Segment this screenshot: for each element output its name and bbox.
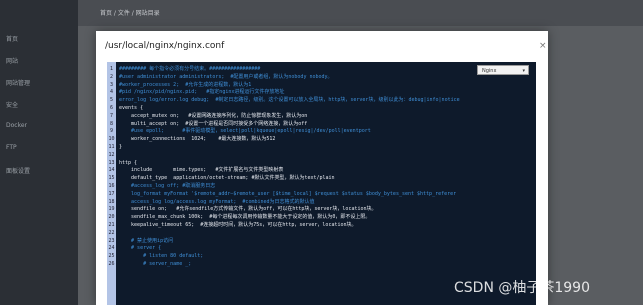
line-number: 19	[108, 206, 115, 213]
line-number: 25	[108, 253, 115, 260]
line-number: 15	[108, 175, 115, 182]
language-mode-select[interactable]: Nginx ▾	[477, 65, 529, 75]
line-number: 18	[108, 198, 115, 205]
background-sidebar	[0, 0, 78, 305]
code-line: # listen 80 default;	[119, 253, 204, 260]
sidebar-item[interactable]: 首页	[6, 34, 18, 43]
line-number: 7	[109, 112, 113, 119]
close-icon[interactable]: ×	[539, 42, 547, 51]
line-number: 23	[108, 237, 115, 244]
code-line: events {	[119, 105, 144, 111]
dialog-title: /usr/local/nginx/nginx.conf	[105, 41, 225, 51]
code-line: sendfile_max_chunk 100k; #每个进程每次调用传输数量不能…	[119, 214, 371, 221]
sidebar-item[interactable]: 面板设置	[6, 166, 30, 175]
code-line: error_log log/error.log debug; #制定日志路径，级…	[119, 97, 460, 104]
line-number: 11	[108, 144, 115, 150]
line-number: 20	[108, 214, 115, 221]
line-number: 21	[108, 222, 115, 228]
sidebar-item[interactable]: Docker	[6, 122, 27, 129]
line-number: 17	[108, 190, 115, 197]
background-header	[78, 0, 643, 26]
line-number: 22	[108, 229, 115, 236]
line-number: 12	[108, 151, 115, 158]
code-line: #user administrator administrators; #配置用…	[119, 73, 333, 80]
code-line: }	[119, 144, 123, 150]
code-line: ######### 每个指令必须有分号结束。#################	[119, 66, 261, 72]
code-line: # server_name _;	[119, 261, 192, 267]
code-line: # server {	[119, 245, 162, 252]
line-number: 3	[109, 81, 113, 88]
code-line: #access_log off; #取消服务日志	[119, 183, 216, 189]
chevron-down-icon: ▾	[522, 68, 525, 74]
sidebar-item[interactable]: 网站管理	[6, 78, 30, 87]
sidebar-item[interactable]: 安全	[6, 100, 18, 109]
code-line: worker_connections 1024; #最大连接数，默认为512	[119, 136, 276, 143]
language-mode-label: Nginx	[482, 68, 497, 74]
code-line: accept_mutex on; #设置网路连接序列化，防止惊群现象发生，默认为…	[119, 112, 308, 119]
code-line: keepalive_timeout 65; #连接超时时间，默认为75s，可以在…	[119, 222, 357, 228]
line-number: 26	[108, 261, 115, 267]
line-number: 8	[109, 120, 113, 127]
line-number: 4	[109, 89, 113, 96]
line-number: 14	[108, 167, 115, 174]
line-number: 5	[109, 97, 113, 104]
code-line: log_format myFormat '$remote_addr–$remot…	[119, 190, 457, 197]
line-number: 9	[109, 128, 113, 135]
sidebar-item[interactable]: 网站	[6, 56, 18, 65]
breadcrumb: 首页 / 文件 / 网站目录	[100, 10, 160, 17]
watermark: CSDN @柚子茶1990	[454, 280, 590, 296]
sidebar-item[interactable]: FTP	[6, 144, 17, 151]
code-editor[interactable]: 1 ######### 每个指令必须有分号结束。#################…	[107, 62, 536, 305]
code-line: default_type application/octet-stream; #…	[119, 175, 335, 182]
line-number: 24	[108, 245, 115, 252]
line-number: 16	[108, 183, 115, 189]
line-number: 2	[109, 73, 113, 80]
file-editor-dialog: /usr/local/nginx/nginx.conf × 1 #########…	[96, 31, 548, 305]
line-number: 10	[108, 136, 115, 143]
line-number: 6	[109, 105, 113, 111]
line-number: 1	[109, 66, 113, 72]
line-number: 13	[108, 159, 115, 166]
code-line: # 禁止使用ip访问	[119, 237, 174, 244]
